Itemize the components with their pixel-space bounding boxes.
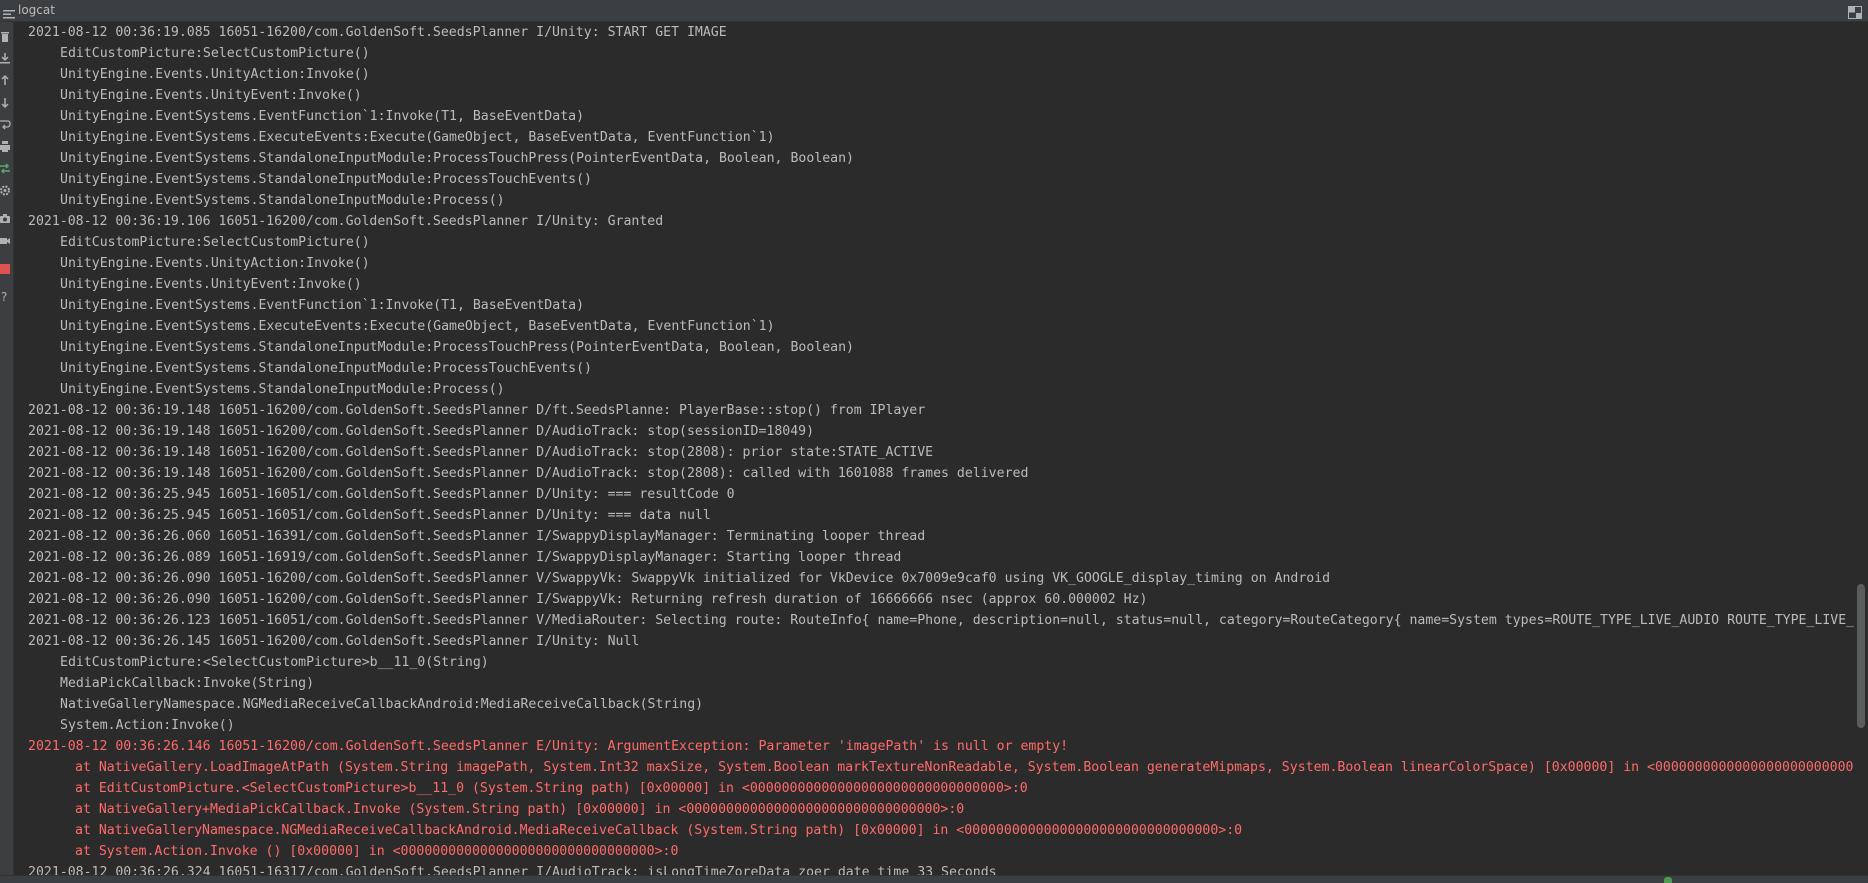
log-line: 2021-08-12 00:36:19.106 16051-16200/com.… <box>28 214 664 229</box>
log-line: UnityEngine.Events.UnityEvent:Invoke() <box>60 88 362 103</box>
error-log-line: 2021-08-12 00:36:26.146 16051-16200/com.… <box>28 739 1069 754</box>
logcat-window: logcat ? 2021-08-12 00:36:19.085 16051-1… <box>0 0 1868 883</box>
stack-trace-line: at NativeGalleryNamespace.NGMediaReceive… <box>75 823 1243 838</box>
log-line: UnityEngine.EventSystems.ExecuteEvents:E… <box>60 319 775 334</box>
layout-grid-icon[interactable] <box>1848 4 1862 19</box>
scroll-to-end-button[interactable] <box>0 50 13 68</box>
log-line: UnityEngine.EventSystems.ExecuteEvents:E… <box>60 130 775 145</box>
log-line: EditCustomPicture:SelectCustomPicture() <box>60 235 370 250</box>
stack-trace-line: at System.Action.Invoke () [0x00000] in … <box>75 844 679 859</box>
log-line: UnityEngine.EventSystems.StandaloneInput… <box>60 340 854 355</box>
log-line: EditCustomPicture:SelectCustomPicture() <box>60 46 370 61</box>
log-line: MediaPickCallback:Invoke(String) <box>60 676 315 691</box>
stack-trace-line: at NativeGallery.LoadImageAtPath (System… <box>75 760 1854 775</box>
log-line: 2021-08-12 00:36:19.148 16051-16200/com.… <box>28 445 934 460</box>
log-line: UnityEngine.EventSystems.StandaloneInput… <box>60 193 505 208</box>
title-bar: logcat <box>0 0 1868 22</box>
svg-text:?: ? <box>1 290 7 303</box>
log-line: EditCustomPicture:<SelectCustomPicture>b… <box>60 655 489 670</box>
log-line: UnityEngine.Events.UnityEvent:Invoke() <box>60 277 362 292</box>
log-line: 2021-08-12 00:36:26.089 16051-16919/com.… <box>28 550 902 565</box>
log-line: UnityEngine.EventSystems.StandaloneInput… <box>60 382 505 397</box>
terminate-button[interactable] <box>0 260 13 278</box>
stack-trace-line: at NativeGallery+MediaPickCallback.Invok… <box>75 802 965 817</box>
log-line: UnityEngine.EventSystems.StandaloneInput… <box>60 151 854 166</box>
log-line: 2021-08-12 00:36:19.148 16051-16200/com.… <box>28 403 926 418</box>
log-line: UnityEngine.EventSystems.StandaloneInput… <box>60 172 592 187</box>
previous-occurrence-button[interactable] <box>0 72 13 90</box>
logcat-output[interactable]: 2021-08-12 00:36:19.085 16051-16200/com.… <box>14 22 1854 875</box>
status-bar <box>0 875 1868 883</box>
screen-record-button[interactable] <box>0 232 13 250</box>
log-line: UnityEngine.Events.UnityAction:Invoke() <box>60 67 370 82</box>
log-line: NativeGalleryNamespace.NGMediaReceiveCal… <box>60 697 704 712</box>
soft-wrap-button[interactable] <box>0 116 13 134</box>
print-button[interactable] <box>0 138 13 156</box>
vertical-scrollbar-thumb[interactable] <box>1857 584 1865 728</box>
settings-button[interactable] <box>0 182 13 200</box>
log-line: 2021-08-12 00:36:25.945 16051-16051/com.… <box>28 508 711 523</box>
logcat-toolbar: ? <box>0 22 14 875</box>
log-line: UnityEngine.EventSystems.EventFunction`1… <box>60 298 585 313</box>
log-line: 2021-08-12 00:36:19.148 16051-16200/com.… <box>28 424 815 439</box>
vertical-scrollbar[interactable] <box>1854 22 1868 875</box>
stack-trace-line: at EditCustomPicture.<SelectCustomPictur… <box>75 781 1028 796</box>
status-indicator <box>1664 877 1672 883</box>
log-line: 2021-08-12 00:36:25.945 16051-16051/com.… <box>28 487 735 502</box>
next-occurrence-button[interactable] <box>0 94 13 112</box>
restart-button[interactable] <box>0 160 13 178</box>
help-button[interactable]: ? <box>0 288 13 306</box>
log-line: 2021-08-12 00:36:26.145 16051-16200/com.… <box>28 634 640 649</box>
clear-logcat-button[interactable] <box>0 28 13 46</box>
log-line: 2021-08-12 00:36:26.123 16051-16051/com.… <box>28 613 1854 628</box>
list-menu-icon[interactable] <box>3 5 15 19</box>
log-line: UnityEngine.EventSystems.StandaloneInput… <box>60 361 592 376</box>
window-title: logcat <box>18 3 55 17</box>
log-line: 2021-08-12 00:36:26.090 16051-16200/com.… <box>28 571 1331 586</box>
log-line: UnityEngine.EventSystems.EventFunction`1… <box>60 109 585 124</box>
log-line: System.Action:Invoke() <box>60 718 235 733</box>
log-line: 2021-08-12 00:36:19.085 16051-16200/com.… <box>28 25 727 40</box>
screen-capture-button[interactable] <box>0 210 13 228</box>
log-line: UnityEngine.Events.UnityAction:Invoke() <box>60 256 370 271</box>
log-line: 2021-08-12 00:36:26.060 16051-16391/com.… <box>28 529 926 544</box>
log-line: 2021-08-12 00:36:19.148 16051-16200/com.… <box>28 466 1029 481</box>
log-line: 2021-08-12 00:36:26.090 16051-16200/com.… <box>28 592 1148 607</box>
